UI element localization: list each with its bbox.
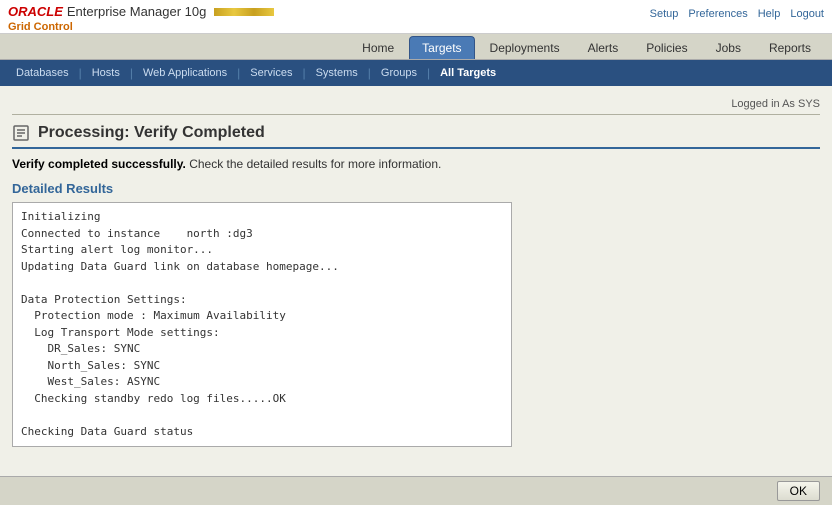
success-message: Verify completed successfully. Check the… — [12, 157, 820, 171]
bottom-bar: OK — [0, 476, 832, 505]
content-area: Logged in As SYS Processing: Verify Comp… — [0, 86, 832, 455]
logo-top: ORACLE Enterprise Manager 10g — [8, 4, 274, 19]
success-rest: Check the detailed results for more info… — [189, 157, 441, 171]
subnav-sep3: | — [235, 66, 242, 80]
logo-area: ORACLE Enterprise Manager 10g Grid Contr… — [8, 4, 274, 33]
subnav-webapps[interactable]: Web Applications — [135, 67, 235, 79]
nav-tab-home[interactable]: Home — [349, 36, 407, 59]
subnav-databases[interactable]: Databases — [8, 67, 77, 79]
setup-link[interactable]: Setup — [650, 8, 679, 20]
detailed-results-title: Detailed Results — [12, 181, 820, 196]
nav-tab-policies[interactable]: Policies — [633, 36, 700, 59]
nav-tab-alerts[interactable]: Alerts — [575, 36, 632, 59]
logged-in-bar: Logged in As SYS — [12, 94, 820, 115]
results-box-container: Initializing Connected to instance north… — [12, 202, 512, 447]
results-box[interactable]: Initializing Connected to instance north… — [13, 203, 511, 443]
header-links: Setup Preferences Help Logout — [650, 4, 824, 20]
success-bold: Verify completed successfully. — [12, 157, 186, 171]
subnav-hosts[interactable]: Hosts — [84, 67, 128, 79]
subnav-sep5: | — [366, 66, 373, 80]
page-title: Processing: Verify Completed — [38, 124, 265, 142]
page-title-area: Processing: Verify Completed — [12, 123, 820, 149]
subnav-services[interactable]: Services — [242, 67, 300, 79]
subnav-sep2: | — [128, 66, 135, 80]
header: ORACLE Enterprise Manager 10g Grid Contr… — [0, 0, 832, 34]
subnav-all-targets[interactable]: All Targets — [432, 67, 504, 79]
main-nav: Home Targets Deployments Alerts Policies… — [0, 34, 832, 60]
grid-control-label: Grid Control — [8, 21, 274, 33]
oracle-logo: ORACLE — [8, 4, 63, 19]
em-text: Enterprise Manager 10g — [67, 4, 206, 19]
nav-tab-jobs[interactable]: Jobs — [703, 36, 754, 59]
subnav-sep6: | — [425, 66, 432, 80]
logout-link[interactable]: Logout — [790, 8, 824, 20]
nav-tab-targets[interactable]: Targets — [409, 36, 474, 59]
subnav-sep1: | — [77, 66, 84, 80]
subnav-sep4: | — [300, 66, 307, 80]
nav-tab-reports[interactable]: Reports — [756, 36, 824, 59]
preferences-link[interactable]: Preferences — [688, 8, 747, 20]
ok-button[interactable]: OK — [777, 481, 820, 501]
subnav-groups[interactable]: Groups — [373, 67, 425, 79]
em-stripe-decoration — [214, 8, 274, 16]
help-link[interactable]: Help — [758, 8, 781, 20]
nav-tab-deployments[interactable]: Deployments — [477, 36, 573, 59]
logged-in-text: Logged in As SYS — [731, 98, 820, 110]
page-icon — [12, 123, 32, 143]
subnav-systems[interactable]: Systems — [308, 67, 366, 79]
sub-nav: Databases | Hosts | Web Applications | S… — [0, 60, 832, 86]
